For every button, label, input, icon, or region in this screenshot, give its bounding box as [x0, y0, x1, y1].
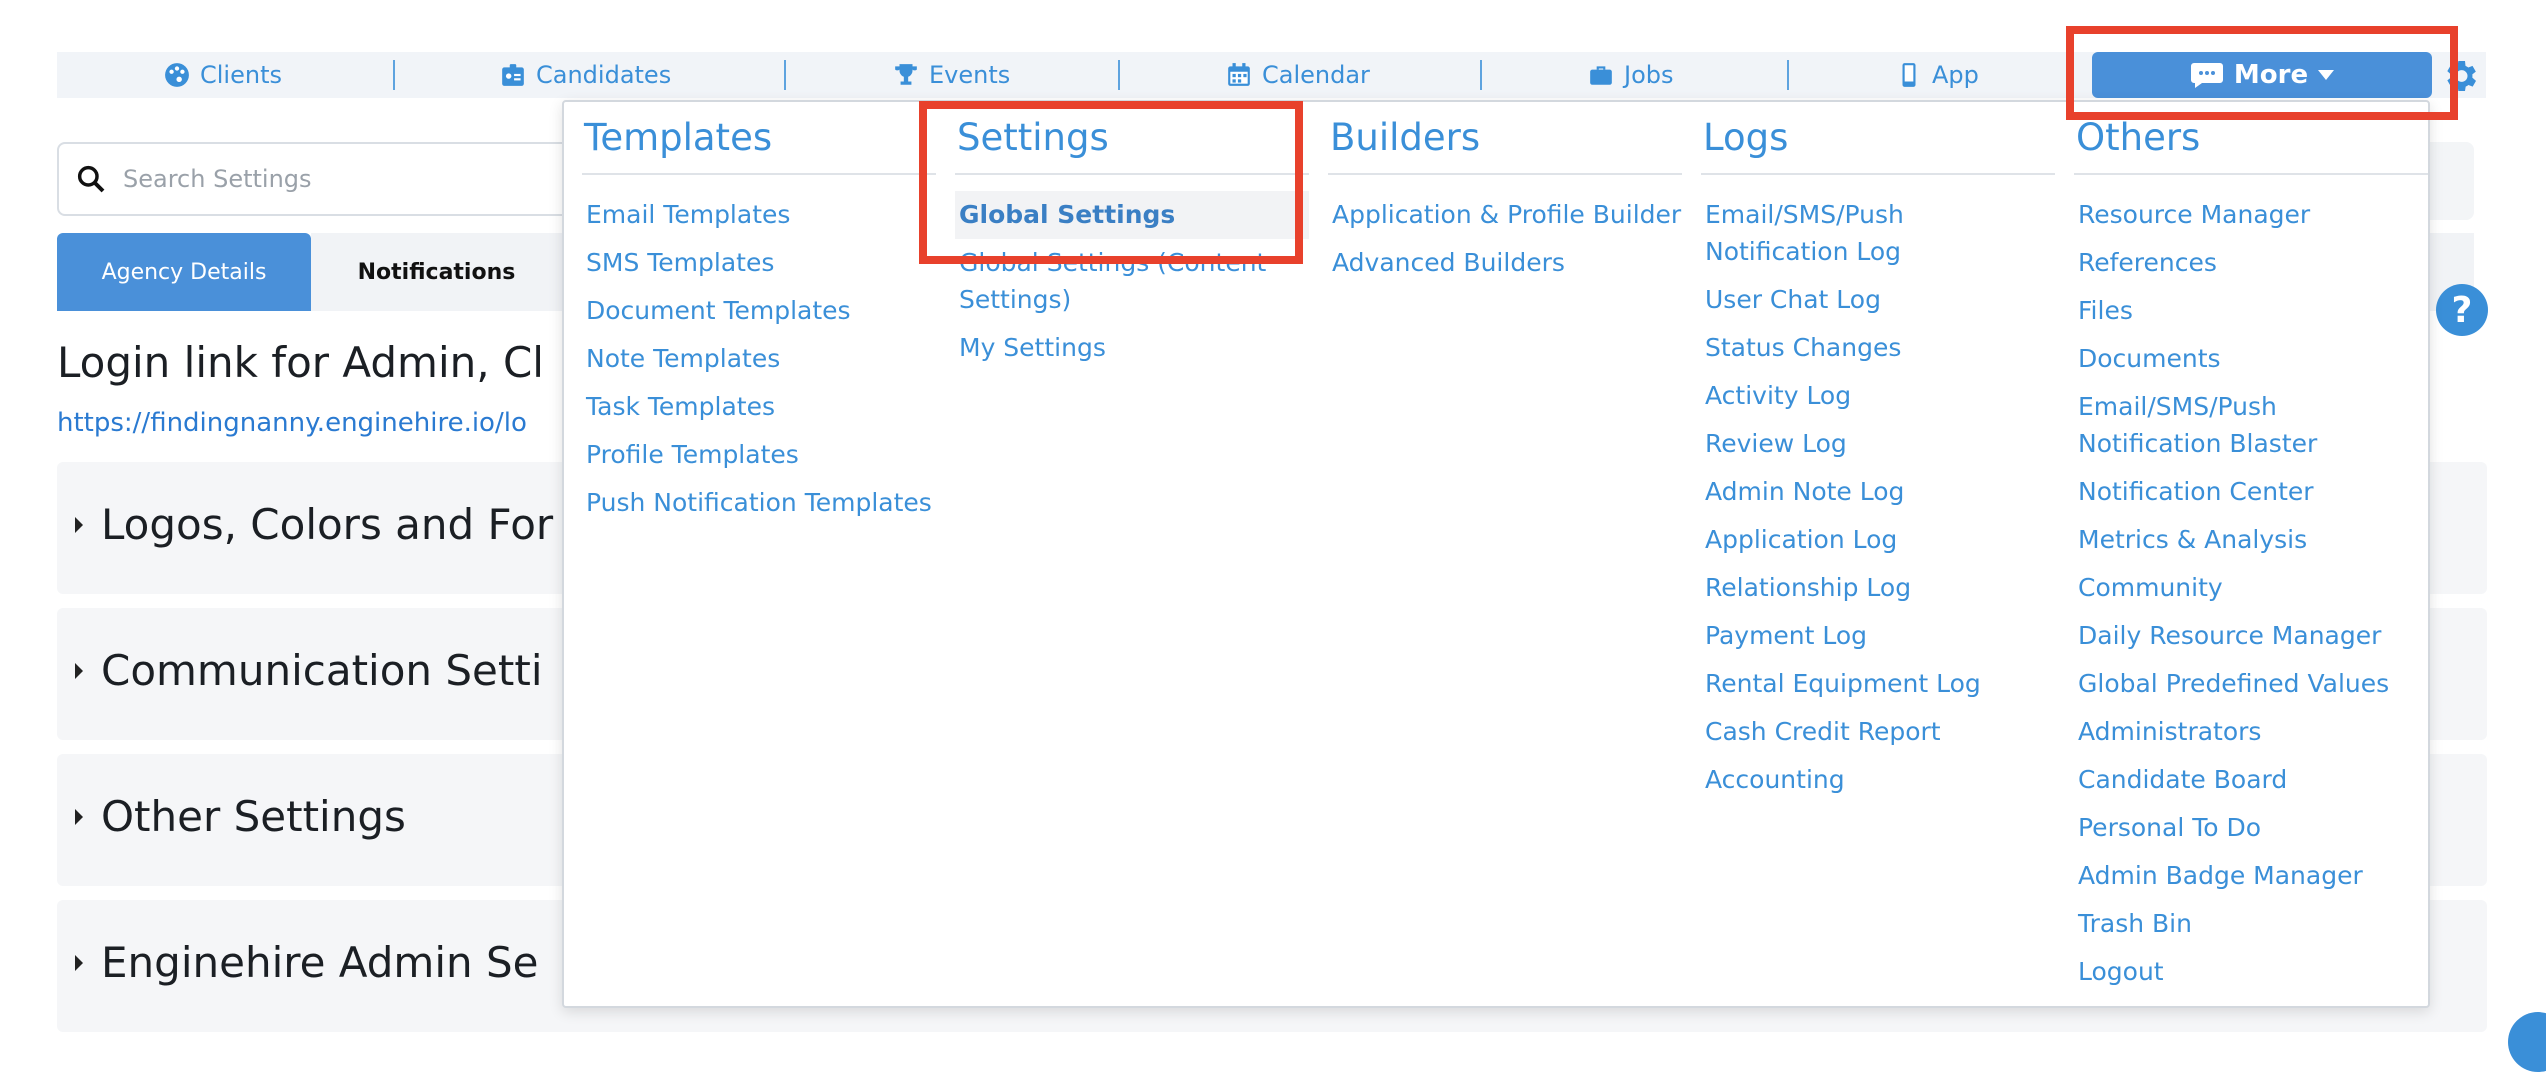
menu-item[interactable]: Resource Manager: [2074, 191, 2428, 239]
calendar-icon: [1228, 63, 1250, 86]
menu-item[interactable]: Accounting: [1701, 756, 2055, 804]
menu-list: Application & Profile Builder Advanced Bu…: [1328, 191, 1682, 287]
nav-label: Clients: [200, 61, 282, 89]
nav-divider: [1480, 60, 1482, 90]
menu-item[interactable]: SMS Templates: [582, 239, 936, 287]
menu-item[interactable]: My Settings: [955, 324, 1309, 372]
menu-item[interactable]: Email Templates: [582, 191, 936, 239]
tab-label: Agency Details: [101, 259, 267, 285]
menu-column-title: Builders: [1328, 116, 1682, 175]
menu-item[interactable]: Push Notification Templates: [582, 479, 936, 527]
menu-item[interactable]: Community: [2074, 564, 2428, 612]
menu-list: Email/SMS/Push Notification Log User Chat…: [1701, 191, 2055, 804]
menu-item[interactable]: Email/SMS/Push Notification Log: [1701, 191, 2055, 276]
menu-item[interactable]: Relationship Log: [1701, 564, 2055, 612]
caret-right-icon: [75, 516, 83, 533]
menu-item[interactable]: Candidate Board: [2074, 756, 2428, 804]
menu-item[interactable]: User Chat Log: [1701, 276, 2055, 324]
menu-item[interactable]: Rental Equipment Log: [1701, 660, 2055, 708]
menu-item[interactable]: Admin Badge Manager: [2074, 852, 2428, 900]
nav-item-clients[interactable]: Clients: [164, 52, 282, 98]
nav-label: Events: [929, 61, 1011, 89]
help-icon[interactable]: ?: [2436, 284, 2488, 336]
menu-item[interactable]: Documents: [2074, 335, 2428, 383]
menu-column-title: Others: [2074, 116, 2428, 175]
login-link[interactable]: https://findingnanny.enginehire.io/lo: [57, 408, 527, 438]
menu-column-title: Logs: [1701, 116, 2055, 175]
nav-item-jobs[interactable]: Jobs: [1588, 52, 1674, 98]
menu-item[interactable]: Review Log: [1701, 420, 2055, 468]
palette-icon: [165, 63, 189, 87]
search-box-end: [2430, 142, 2474, 220]
highlight-box: [2066, 26, 2458, 120]
nav-divider: [393, 60, 395, 90]
tab-notifications[interactable]: Notifications: [311, 233, 562, 311]
mobile-icon: [1902, 63, 1916, 87]
tab-agency-details[interactable]: Agency Details: [57, 233, 311, 311]
menu-item[interactable]: Application Log: [1701, 516, 2055, 564]
menu-item[interactable]: References: [2074, 239, 2428, 287]
section-title: Communication Setti: [101, 646, 543, 695]
menu-column-templates: Templates Email Templates SMS Templates Do…: [582, 116, 936, 527]
nav-item-app[interactable]: App: [1896, 52, 1979, 98]
menu-item[interactable]: Activity Log: [1701, 372, 2055, 420]
menu-item[interactable]: Daily Resource Manager: [2074, 612, 2428, 660]
nav-item-candidates[interactable]: Candidates: [500, 52, 671, 98]
menu-item[interactable]: Metrics & Analysis: [2074, 516, 2428, 564]
section-title: Logos, Colors and For: [101, 500, 554, 549]
menu-item[interactable]: Profile Templates: [582, 431, 936, 479]
id-badge-icon: [502, 64, 524, 86]
menu-item[interactable]: Document Templates: [582, 287, 936, 335]
nav-item-events[interactable]: Events: [893, 52, 1010, 98]
menu-item[interactable]: Personal To Do: [2074, 804, 2428, 852]
highlight-box: [919, 101, 1303, 264]
nav-item-calendar[interactable]: Calendar: [1226, 52, 1370, 98]
menu-item[interactable]: Logout: [2074, 948, 2428, 996]
menu-item[interactable]: Trash Bin: [2074, 900, 2428, 948]
menu-item[interactable]: Files: [2074, 287, 2428, 335]
menu-column-logs: Logs Email/SMS/Push Notification Log User…: [1701, 116, 2055, 804]
search-icon: [77, 165, 105, 193]
nav-divider: [1787, 60, 1789, 90]
caret-right-icon: [75, 954, 83, 971]
section-title: Enginehire Admin Se: [101, 938, 539, 987]
login-link-heading: Login link for Admin, Cl: [57, 338, 544, 387]
menu-list: Resource Manager References Files Documents…: [2074, 191, 2428, 996]
menu-column-title: Templates: [582, 116, 936, 175]
menu-item[interactable]: Status Changes: [1701, 324, 2055, 372]
menu-item[interactable]: Global Predefined Values: [2074, 660, 2428, 708]
menu-item[interactable]: Task Templates: [582, 383, 936, 431]
nav-label: Jobs: [1624, 61, 1674, 89]
section-title: Other Settings: [101, 792, 406, 841]
more-dropdown-menu: Templates Email Templates SMS Templates Do…: [562, 100, 2430, 1008]
menu-item[interactable]: Cash Credit Report: [1701, 708, 2055, 756]
chat-launcher-icon[interactable]: [2508, 1012, 2546, 1072]
briefcase-icon: [1590, 66, 1612, 85]
menu-item[interactable]: Notification Center: [2074, 468, 2428, 516]
menu-item[interactable]: Advanced Builders: [1328, 239, 1682, 287]
menu-item[interactable]: Admin Note Log: [1701, 468, 2055, 516]
nav-divider: [1118, 60, 1120, 90]
menu-list: Email Templates SMS Templates Document Tem…: [582, 191, 936, 527]
nav-label: Calendar: [1262, 61, 1370, 89]
nav-label: Candidates: [536, 61, 672, 89]
menu-item[interactable]: Administrators: [2074, 708, 2428, 756]
caret-right-icon: [75, 808, 83, 825]
menu-column-others: Others Resource Manager References Files Do…: [2074, 116, 2428, 996]
tab-label: Notifications: [357, 259, 516, 285]
nav-label: App: [1932, 61, 1979, 89]
menu-column-builders: Builders Application & Profile Builder Ad…: [1328, 116, 1682, 287]
nav-divider: [784, 60, 786, 90]
menu-item[interactable]: Application & Profile Builder: [1328, 191, 1682, 239]
caret-right-icon: [75, 662, 83, 679]
menu-item[interactable]: Payment Log: [1701, 612, 2055, 660]
trophy-icon: [895, 64, 917, 85]
menu-item[interactable]: Email/SMS/Push Notification Blaster: [2074, 383, 2428, 468]
menu-item[interactable]: Note Templates: [582, 335, 936, 383]
